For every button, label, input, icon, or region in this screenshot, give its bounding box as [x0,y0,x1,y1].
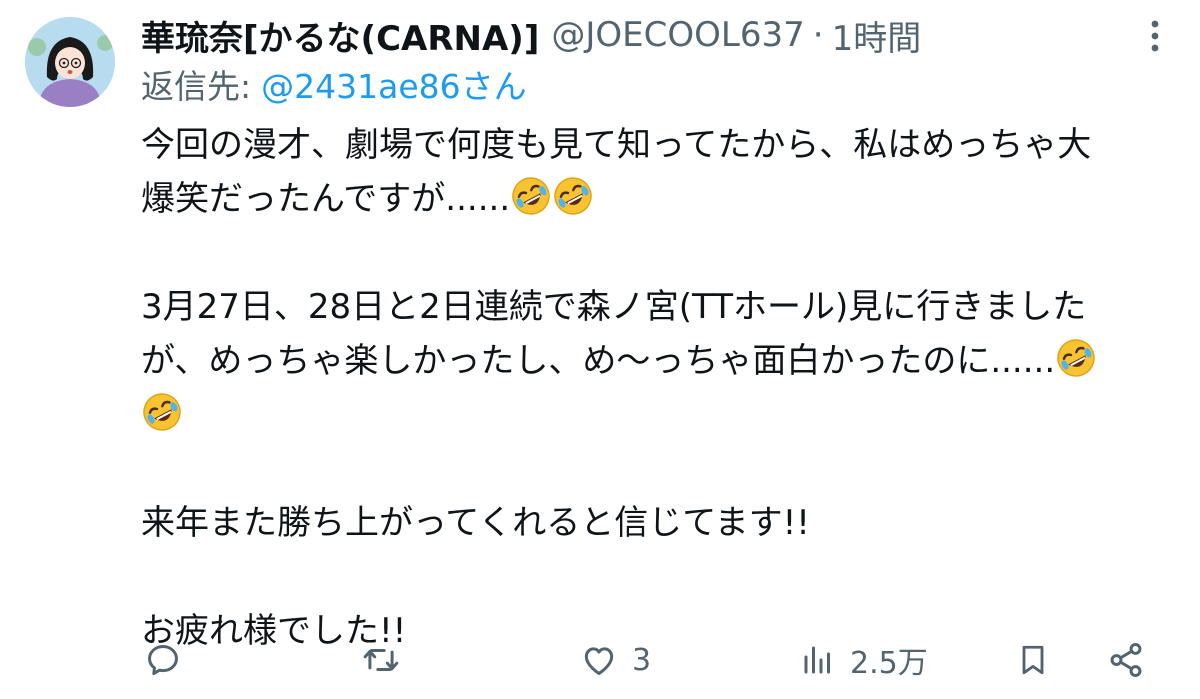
tweet-line: 今回の漫才、劇場で何度も見て知ってたから、私はめっちゃ大 [141,125,1092,165]
rofl-emoji-icon [1056,338,1097,378]
more-dots-icon [1151,20,1159,52]
views-count: 2.5万 [850,646,928,681]
reply-button[interactable] [144,630,196,690]
share-button[interactable] [1107,630,1145,690]
retweet-button[interactable] [360,630,416,690]
share-icon [1110,642,1142,678]
timestamp[interactable]: 1時間 [832,11,922,60]
views-button[interactable]: 2.5万 [800,630,928,690]
reply-context: 返信先: @2431ae86さん [141,61,527,107]
reply-icon [148,645,178,676]
retweet-icon [363,648,399,672]
tweet-line: 来年また勝ち上がってくれると信じてます!! [141,503,810,543]
bookmark-button[interactable] [1015,630,1051,690]
like-count: 3 [632,642,652,678]
action-bar: 3 2.5万 [0,630,1200,690]
tweet-header: 華琉奈[かるな(CARNA)] @JOECOOL637 · 1時間 [141,10,1130,60]
author-handle[interactable]: @JOECOOL637 [551,15,804,55]
reply-prefix: 返信先: [141,67,252,106]
bookmark-icon [1022,645,1044,675]
views-chart-icon [804,646,830,674]
tweet-line: 3月27日、28日と2日連続で森ノ宮(TTホール)見に行きました [141,287,1087,327]
reply-mention-link[interactable]: @2431ae86さん [261,60,527,108]
tweet-text: 今回の漫才、劇場で何度も見て知ってたから、私はめっちゃ大 爆笑だったんですが..… [141,118,1171,658]
tweet-paragraph-3: 来年また勝ち上がってくれると信じてます!! [141,496,1171,550]
separator-dot: · [812,15,824,55]
tweet-line: 爆笑だったんですが...... [141,179,511,219]
like-button[interactable]: 3 [580,630,651,690]
avatar-icon [25,17,115,107]
tweet-paragraph-1: 今回の漫才、劇場で何度も見て知ってたから、私はめっちゃ大 爆笑だったんですが..… [141,118,1171,226]
rofl-emoji-icon [511,176,552,216]
author-display-name[interactable]: 華琉奈[かるな(CARNA)] [141,11,539,60]
rofl-emoji-icon [142,392,182,432]
rofl-emoji-icon [553,176,594,216]
more-options-button[interactable] [1138,18,1172,54]
avatar[interactable] [25,17,115,107]
tweet-paragraph-2: 3月27日、28日と2日連続で森ノ宮(TTホール)見に行きました が、めっちゃ楽… [141,280,1171,442]
tweet-line: が、めっちゃ楽しかったし、め〜っちゃ面白かったのに...... [141,341,1056,381]
heart-icon [584,647,614,675]
